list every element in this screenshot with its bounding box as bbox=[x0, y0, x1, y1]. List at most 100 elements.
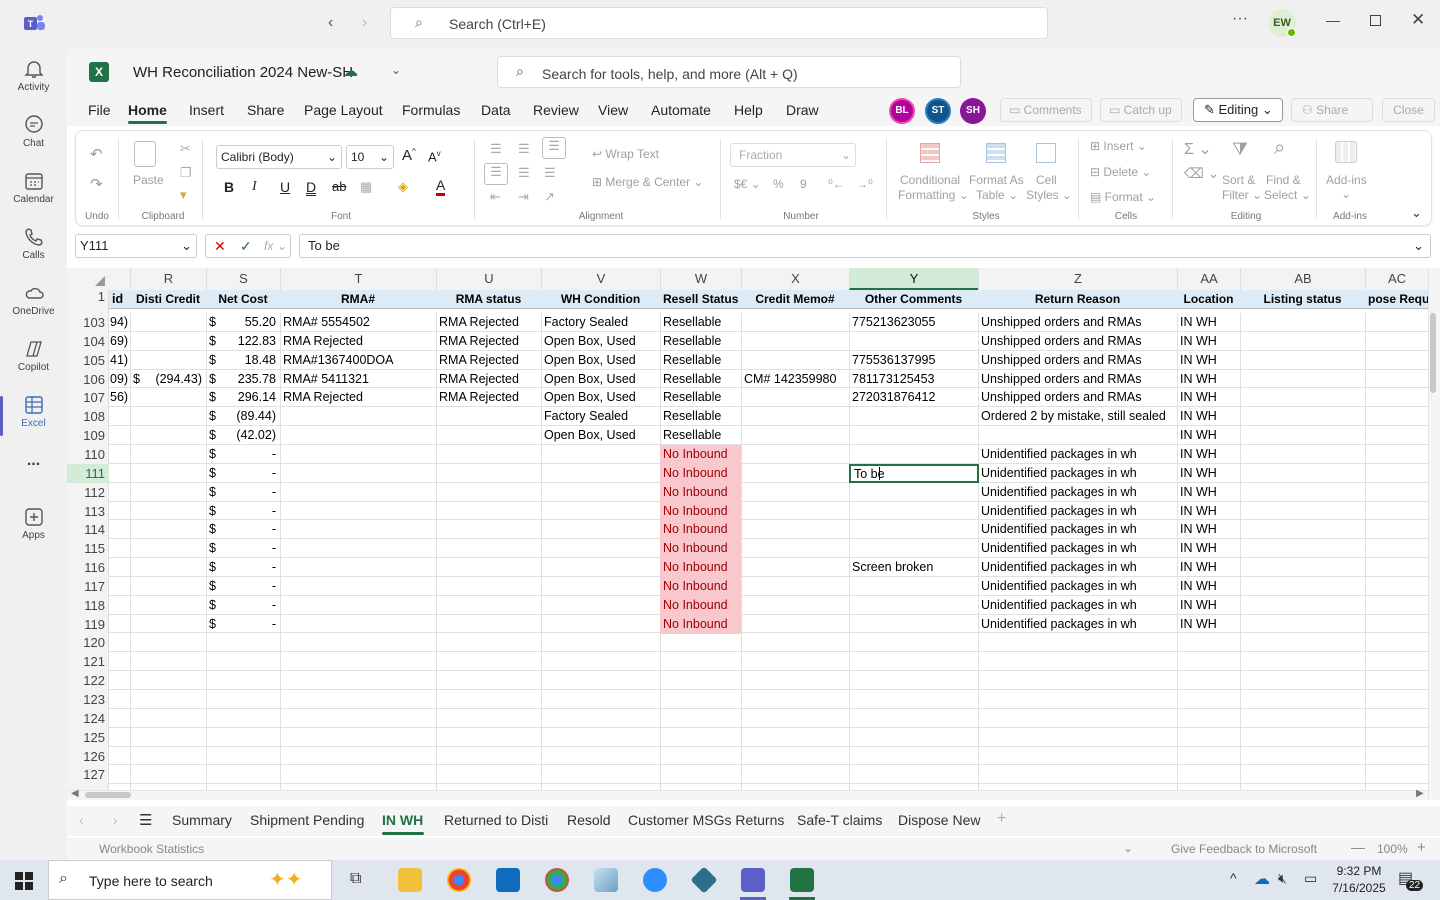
table-cell[interactable]: Open Box, Used bbox=[541, 388, 660, 407]
format-as-table-icon[interactable] bbox=[986, 143, 1006, 163]
column-header[interactable]: AC bbox=[1365, 268, 1428, 290]
task-view-icon[interactable]: ⧉ bbox=[350, 870, 361, 888]
column-header[interactable]: Z bbox=[978, 268, 1177, 290]
table-cell[interactable]: 41) bbox=[109, 351, 130, 370]
decrease-decimal-icon[interactable]: →⁰ bbox=[856, 177, 873, 191]
ribbon-expand-icon[interactable]: ⌄ bbox=[1411, 205, 1422, 221]
table-cell[interactable]: No Inbound bbox=[660, 501, 741, 521]
active-cell-editor[interactable]: To be bbox=[849, 463, 979, 483]
collaborator-avatar[interactable]: BL bbox=[889, 98, 915, 124]
formula-input[interactable]: To be ⌄ bbox=[299, 234, 1431, 258]
table-cell[interactable]: 94) bbox=[109, 313, 130, 332]
chevron-down-icon[interactable]: ⌄ bbox=[1341, 187, 1351, 201]
find-label[interactable]: Find & bbox=[1266, 173, 1301, 187]
row-number[interactable]: 122 bbox=[67, 671, 109, 690]
table-cell[interactable]: Unshipped orders and RMAs bbox=[978, 332, 1177, 351]
app-icon[interactable] bbox=[690, 866, 718, 894]
table-cell[interactable]: Unidentified packages in wh bbox=[978, 445, 1177, 464]
table-cell[interactable]: Resellable bbox=[660, 351, 741, 370]
zoom-in-icon[interactable]: + bbox=[1417, 839, 1426, 856]
rail-calendar[interactable]: Calendar bbox=[0, 164, 67, 220]
conditional-label[interactable]: Conditional bbox=[900, 173, 960, 187]
table-cell[interactable]: Unshipped orders and RMAs bbox=[978, 388, 1177, 407]
italic-icon[interactable]: I bbox=[252, 179, 257, 195]
select-all-icon[interactable] bbox=[95, 276, 105, 286]
row-number[interactable]: 117 bbox=[67, 577, 109, 596]
rail-activity[interactable]: Activity bbox=[0, 52, 67, 108]
app-icon[interactable] bbox=[594, 868, 618, 892]
table-cell[interactable]: Resellable bbox=[660, 313, 741, 332]
table-cell[interactable]: RMA Rejected bbox=[436, 332, 541, 351]
editing-mode-button[interactable]: ✎ Editing ⌄ bbox=[1193, 98, 1283, 122]
insert-cells-button[interactable]: ⊞ Insert ⌄ bbox=[1090, 139, 1147, 153]
menu-draw[interactable]: Draw bbox=[786, 102, 819, 118]
increase-indent-icon[interactable]: ⇥ bbox=[518, 189, 529, 205]
table-cell[interactable]: IN WH bbox=[1177, 502, 1240, 521]
currency-format-icon[interactable]: $€ ⌄ bbox=[734, 177, 761, 191]
table-cell[interactable]: No Inbound bbox=[660, 576, 741, 596]
table-cell[interactable]: No Inbound bbox=[660, 614, 741, 634]
table-cell[interactable]: IN WH bbox=[1177, 539, 1240, 558]
row-number[interactable]: 103 bbox=[67, 313, 109, 332]
table-cell[interactable]: Unidentified packages in wh bbox=[978, 558, 1177, 577]
table-cell[interactable]: CM# 142359980 bbox=[741, 370, 849, 389]
table-cell[interactable]: Open Box, Used bbox=[541, 332, 660, 351]
comments-button[interactable]: ▭ Comments bbox=[1000, 98, 1092, 122]
styles-button-label[interactable]: Styles ⌄ bbox=[1026, 188, 1072, 202]
chrome-icon[interactable] bbox=[447, 868, 471, 892]
row-number[interactable]: 1 bbox=[67, 287, 109, 306]
table-cell[interactable]: 56) bbox=[109, 388, 130, 407]
cell-styles-icon[interactable] bbox=[1036, 143, 1056, 163]
table-cell[interactable]: Open Box, Used bbox=[541, 426, 660, 445]
table-cell[interactable]: Factory Sealed bbox=[541, 313, 660, 332]
sheet-tab[interactable]: Summary bbox=[172, 812, 232, 828]
column-header[interactable]: U bbox=[436, 268, 541, 290]
menu-formulas[interactable]: Formulas bbox=[402, 102, 460, 118]
column-header[interactable]: X bbox=[741, 268, 849, 290]
name-box[interactable]: Y111 ⌄ bbox=[75, 234, 197, 258]
decrease-font-icon[interactable]: Av bbox=[428, 149, 441, 164]
rail-copilot[interactable]: Copilot bbox=[0, 332, 67, 388]
table-cell[interactable]: RMA# 5411321 bbox=[280, 370, 436, 389]
menu-home[interactable]: Home bbox=[128, 102, 167, 124]
row-number[interactable]: 120 bbox=[67, 633, 109, 652]
menu-help[interactable]: Help bbox=[734, 102, 763, 118]
give-feedback-link[interactable]: Give Feedback to Microsoft bbox=[1171, 842, 1317, 856]
menu-share[interactable]: Share bbox=[247, 102, 284, 118]
strikethrough-icon[interactable]: ab bbox=[332, 179, 346, 194]
table-cell[interactable]: 781173125453 bbox=[849, 370, 978, 389]
table-cell[interactable]: No Inbound bbox=[660, 595, 741, 615]
row-number[interactable]: 116 bbox=[67, 558, 109, 577]
minimize-icon[interactable]: — bbox=[1326, 12, 1340, 28]
table-cell[interactable]: IN WH bbox=[1177, 407, 1240, 426]
rail-calls[interactable]: Calls bbox=[0, 220, 67, 276]
table-cell[interactable]: IN WH bbox=[1177, 615, 1240, 634]
menu-automate[interactable]: Automate bbox=[651, 102, 711, 118]
table-cell[interactable]: IN WH bbox=[1177, 388, 1240, 407]
sheet-tab[interactable]: Safe-T claims bbox=[797, 812, 882, 828]
row-number[interactable]: 104 bbox=[67, 332, 109, 351]
sort-label[interactable]: Sort & bbox=[1222, 173, 1255, 187]
menu-view[interactable]: View bbox=[598, 102, 628, 118]
close-window-icon[interactable]: ✕ bbox=[1411, 10, 1425, 30]
decrease-indent-icon[interactable]: ⇤ bbox=[490, 189, 501, 205]
horizontal-scrollbar[interactable] bbox=[67, 790, 1428, 800]
table-cell[interactable]: Unidentified packages in wh bbox=[978, 539, 1177, 558]
table-cell[interactable]: No Inbound bbox=[660, 463, 741, 483]
cancel-entry-icon[interactable]: ✕ bbox=[214, 238, 226, 255]
table-cell[interactable]: Open Box, Used bbox=[541, 351, 660, 370]
tools-search-box[interactable]: ⌕ Search for tools, help, and more (Alt … bbox=[497, 56, 961, 88]
table-cell[interactable]: No Inbound bbox=[660, 444, 741, 464]
back-arrow-icon[interactable]: ‹ bbox=[328, 14, 333, 32]
row-number[interactable]: 115 bbox=[67, 539, 109, 558]
row-number[interactable]: 127 bbox=[67, 765, 109, 784]
align-middle-icon[interactable]: ☰ bbox=[518, 141, 530, 157]
taskbar-search[interactable]: ⌕ Type here to search ✦✦ bbox=[48, 860, 332, 900]
next-sheet-icon[interactable]: › bbox=[113, 812, 118, 828]
rail-onedrive[interactable]: OneDrive bbox=[0, 276, 67, 332]
align-right-icon[interactable]: ☰ bbox=[544, 165, 556, 181]
sheet-tab[interactable]: IN WH bbox=[382, 812, 423, 828]
orientation-icon[interactable]: ↗ bbox=[544, 189, 555, 205]
table-cell[interactable]: RMA# 5554502 bbox=[280, 313, 436, 332]
table-cell[interactable]: Resellable bbox=[660, 407, 741, 426]
